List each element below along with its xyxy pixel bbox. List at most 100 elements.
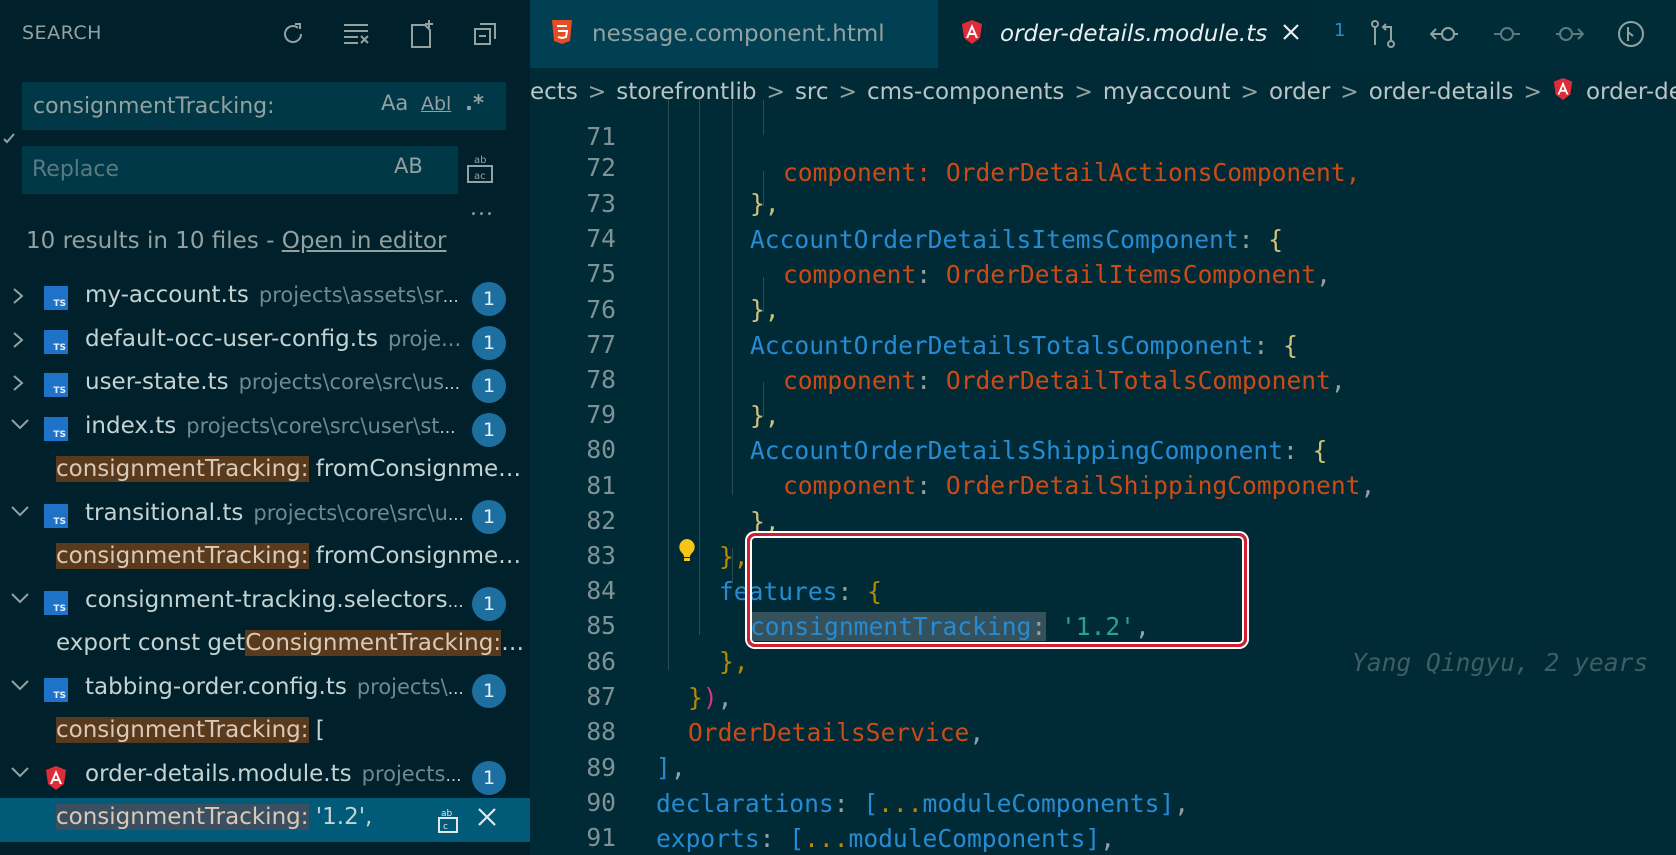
code-line: 82 }, <box>530 467 1676 571</box>
replace-icon[interactable]: ab c <box>436 806 460 838</box>
tab-order-details-module[interactable]: order-details.module.ts <box>938 0 1316 68</box>
chevron-down-icon[interactable] <box>10 504 30 526</box>
match-suffix: fromConsignmen... <box>308 456 526 482</box>
result-file-row[interactable]: TS consignment-tracking.selectors.... 1 <box>0 581 530 625</box>
result-count-badge: 1 <box>472 325 506 360</box>
angular-icon <box>960 19 984 49</box>
git-graph-icon[interactable] <box>1608 14 1654 54</box>
result-file-row[interactable]: TS transitional.ts projects\core\src\us...… <box>0 494 530 538</box>
chevron-down-icon[interactable] <box>10 417 30 439</box>
next-revision-icon[interactable] <box>1546 14 1592 54</box>
results-count-text: 10 results in 10 files - <box>26 228 282 254</box>
collapse-all-icon[interactable] <box>462 14 508 54</box>
search-results-tree: TS my-account.ts projects\assets\src... 1 TS… <box>0 276 530 842</box>
lightbulb-icon[interactable] <box>676 537 698 569</box>
angular-icon <box>44 765 68 790</box>
replace-all-icon[interactable]: ab ac <box>466 152 500 188</box>
result-file-row[interactable]: TS default-occ-user-config.ts proje... 1 <box>0 320 530 364</box>
chevron-down-icon[interactable] <box>10 765 30 787</box>
code-line: 74 component: OrderDetailItemsComponent, <box>530 185 1676 289</box>
open-in-editor-link[interactable]: Open in editor <box>282 228 447 254</box>
chevron-right-icon[interactable] <box>10 330 30 352</box>
result-match-line[interactable]: consignmentTracking: [ <box>0 711 530 755</box>
dismiss-close-icon[interactable] <box>476 806 498 832</box>
result-count-badge: 1 <box>472 282 506 316</box>
code-line: 80 component: OrderDetailShippingCompone… <box>530 396 1676 500</box>
code-editor[interactable]: 71 component: OrderDetailActionsComponen… <box>530 100 1676 855</box>
regex-toggle[interactable]: .* <box>465 91 484 121</box>
code-line: 79 AccountOrderDetailsShippingComponent:… <box>530 361 1676 465</box>
code-line: 75 }, <box>530 220 1676 324</box>
refresh-icon[interactable] <box>270 14 316 54</box>
close-icon[interactable] <box>1281 22 1301 46</box>
result-file-row[interactable]: TS my-account.ts projects\assets\src... 1 <box>0 276 530 320</box>
search-input-container: Aa Abl .* <box>22 82 506 130</box>
preserve-case-toggle[interactable]: AB <box>394 154 423 184</box>
result-file-name: my-account.ts <box>85 282 249 308</box>
annotation-highlight-box <box>747 533 1247 647</box>
result-file-row[interactable]: order-details.module.ts projects\... 1 <box>0 755 530 799</box>
editor-actions <box>1360 14 1654 54</box>
revision-dot-icon[interactable] <box>1484 14 1530 54</box>
svg-text:c: c <box>443 822 448 832</box>
result-count-badge: 1 <box>472 412 506 447</box>
result-file-path: projects\core\src\user\sto... <box>186 413 465 438</box>
result-match-line[interactable]: export const getConsignmentTracking: ... <box>0 624 530 668</box>
result-match-line[interactable]: consignmentTracking: fromConsignmen... <box>0 450 530 494</box>
typescript-icon: TS <box>44 416 68 441</box>
code-line: 91 entryComponents: [...moduleComponents… <box>530 784 1676 852</box>
code-line: 78 }, <box>530 326 1676 430</box>
tab-label: nessage.component.html <box>592 21 885 47</box>
result-file-row[interactable]: TS tabbing-order.config.ts projects\... 1 <box>0 668 530 712</box>
result-file-name: index.ts <box>85 412 177 439</box>
match-highlight: consignmentTracking: <box>56 543 309 569</box>
chevron-down-icon[interactable] <box>10 591 30 613</box>
search-input[interactable] <box>33 83 373 129</box>
result-file-row[interactable]: TS index.ts projects\core\src\user\sto... 1 <box>0 407 530 451</box>
tab-overflow-indicator[interactable]: 1 <box>1334 20 1345 41</box>
tab-message-component-html[interactable]: nessage.component.html <box>530 0 938 68</box>
result-file-row[interactable]: TS user-state.ts projects\core\src\use... 1 <box>0 363 530 407</box>
code-line: 87 OrderDetailsService, <box>530 643 1676 747</box>
html5-icon <box>550 19 574 49</box>
svg-text:ab: ab <box>441 809 453 819</box>
match-highlight: consignmentTracking: <box>56 717 309 743</box>
match-case-toggle[interactable]: Aa <box>381 91 408 121</box>
typescript-icon: TS <box>44 503 68 528</box>
match-highlight: consignmentTracking: <box>56 804 309 830</box>
result-count-badge: 1 <box>472 369 506 403</box>
code-line: 89 declarations: [...moduleComponents], <box>530 714 1676 818</box>
new-search-editor-icon[interactable] <box>398 14 444 54</box>
search-sidebar: SEARCH Aa Abl .* AB ab ac ... <box>0 0 530 855</box>
result-file-path: projects\... <box>356 674 465 699</box>
match-highlight: consignmentTracking: <box>56 456 309 482</box>
result-count-badge: 1 <box>472 586 506 621</box>
toggle-replace-check-icon[interactable] <box>2 130 16 149</box>
code-line: 77 component: OrderDetailTotalsComponent… <box>530 291 1676 395</box>
line-number: 91 <box>586 823 616 852</box>
typescript-icon: TS <box>44 286 68 310</box>
sidebar-title: SEARCH <box>22 22 102 44</box>
results-summary: 10 results in 10 files - Open in editor <box>26 228 446 254</box>
previous-revision-icon[interactable] <box>1422 14 1468 54</box>
result-file-name: tabbing-order.config.ts <box>85 673 347 700</box>
result-match-line[interactable]: consignmentTracking: '1.2', ab c <box>0 798 530 842</box>
chevron-right-icon[interactable] <box>10 373 30 395</box>
replace-input-container: AB <box>22 146 458 194</box>
clear-results-icon[interactable] <box>334 14 380 54</box>
toggle-search-details-button[interactable]: ... <box>470 196 494 221</box>
typescript-icon: TS <box>44 373 68 397</box>
replace-input[interactable] <box>32 146 372 192</box>
code-line: 76 AccountOrderDetailsTotalsComponent: { <box>530 256 1676 360</box>
sidebar-actions <box>270 14 508 54</box>
result-file-name: user-state.ts <box>85 369 229 395</box>
whole-word-toggle[interactable]: Abl <box>421 93 451 123</box>
match-suffix: [ <box>308 717 325 743</box>
code-line: 90 exports: [...moduleComponents], <box>530 749 1676 853</box>
chevron-right-icon[interactable] <box>10 286 30 308</box>
typescript-icon: TS <box>44 590 68 615</box>
code-line: 73 AccountOrderDetailsItemsComponent: { <box>530 150 1676 254</box>
result-match-line[interactable]: consignmentTracking: fromConsignmen... <box>0 537 530 581</box>
chevron-down-icon[interactable] <box>10 678 30 700</box>
open-changes-icon[interactable] <box>1360 14 1406 54</box>
